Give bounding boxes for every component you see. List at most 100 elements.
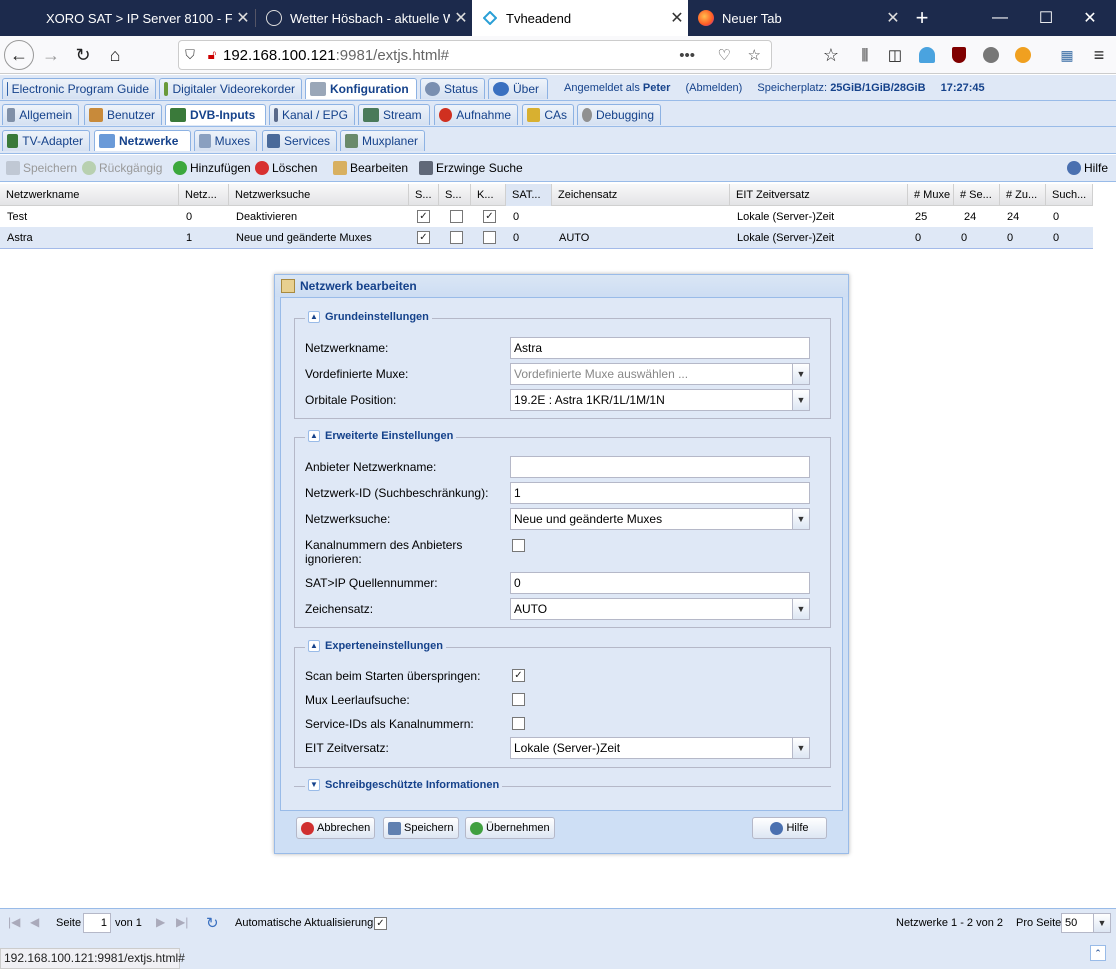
row-checkbox[interactable]: ✓: [417, 210, 430, 223]
expand-up-icon[interactable]: ⌃: [1090, 945, 1106, 961]
tab-recording[interactable]: Aufnahme: [434, 104, 518, 125]
col-satip-source[interactable]: SAT...: [506, 184, 552, 206]
col-num-mapped[interactable]: # Zu...: [1000, 184, 1046, 206]
chevron-down-icon[interactable]: ▼: [792, 390, 809, 410]
chevron-down-icon[interactable]: ▼: [1093, 914, 1110, 932]
edit-button[interactable]: Bearbeiten: [333, 161, 408, 175]
tab-networks[interactable]: Netzwerke: [94, 130, 191, 151]
provider-network-name-input[interactable]: [510, 456, 810, 478]
collapse-icon[interactable]: ▲: [308, 640, 320, 652]
row-checkbox[interactable]: ✓: [483, 210, 496, 223]
delete-button[interactable]: Löschen: [255, 161, 317, 175]
col-eit-offset[interactable]: EIT Zeitversatz: [730, 184, 908, 206]
table-row[interactable]: Astra 1 Neue und geänderte Muxes ✓ 0 AUT…: [0, 227, 1093, 249]
chevron-down-icon[interactable]: ▼: [792, 364, 809, 384]
refresh-icon[interactable]: ↻: [206, 914, 219, 932]
browser-tab-xoro[interactable]: XORO SAT > IP Server 8100 - Front✕: [36, 0, 254, 36]
sidebar-icon[interactable]: ◫: [880, 40, 910, 70]
more-icon[interactable]: •••: [679, 47, 695, 64]
first-page-icon[interactable]: |◀: [8, 915, 20, 929]
legend-readonly[interactable]: ▼ Schreibgeschützte Informationen: [305, 779, 503, 791]
col-network-scan[interactable]: Netzwerksuche: [229, 184, 409, 206]
prev-page-icon[interactable]: ◀: [30, 915, 39, 929]
tab-about[interactable]: Über: [488, 78, 548, 99]
cancel-button[interactable]: Abbrechen: [296, 817, 376, 839]
skip-initial-scan-checkbox[interactable]: ✓: [512, 669, 525, 682]
extension-icon[interactable]: [976, 40, 1006, 70]
auto-refresh-checkbox[interactable]: ✓: [374, 917, 387, 930]
network-id-input[interactable]: 1: [510, 482, 810, 504]
page-input[interactable]: 1: [83, 913, 111, 933]
chevron-down-icon[interactable]: ▼: [792, 509, 809, 529]
new-tab-button[interactable]: +: [900, 0, 944, 36]
col-network-name[interactable]: Netzwerkname: [0, 184, 179, 206]
logout-link[interactable]: (Abmelden): [685, 82, 742, 94]
network-name-input[interactable]: Astra: [510, 337, 810, 359]
tab-cas[interactable]: CAs: [522, 104, 574, 125]
last-page-icon[interactable]: ▶|: [176, 915, 188, 929]
tab-channel-epg[interactable]: Kanal / EPG: [269, 104, 355, 125]
browser-tab-tvheadend[interactable]: Tvheadend ✕: [472, 0, 688, 36]
tab-status[interactable]: Status: [420, 78, 485, 99]
collapse-icon[interactable]: ▲: [308, 311, 320, 323]
dialog-help-button[interactable]: Hilfe: [752, 817, 827, 839]
forward-icon[interactable]: →: [36, 40, 66, 70]
minimize-icon[interactable]: —: [978, 0, 1022, 36]
tab-tv-adapter[interactable]: TV-Adapter: [2, 130, 90, 151]
per-page-select[interactable]: 50 ▼: [1061, 913, 1111, 933]
extensions-icon[interactable]: ▦: [1052, 40, 1082, 70]
ghost-extension-icon[interactable]: [912, 40, 942, 70]
satip-source-input[interactable]: 0: [510, 572, 810, 594]
library-icon[interactable]: ⫼: [850, 40, 880, 70]
tab-epg[interactable]: Electronic Program Guide: [2, 78, 156, 99]
browser-tab-new[interactable]: Neuer Tab ✕: [688, 0, 904, 36]
browser-tab-wetter[interactable]: Wetter Hösbach - aktuelle We ✕: [256, 0, 472, 36]
tab-configuration[interactable]: Konfiguration: [305, 78, 417, 99]
chevron-down-icon[interactable]: ▼: [792, 738, 809, 758]
chevron-down-icon[interactable]: ▼: [792, 599, 809, 619]
col-network-num[interactable]: Netz...: [179, 184, 229, 206]
tab-stream[interactable]: Stream: [358, 104, 430, 125]
tab-dvr[interactable]: Digitaler Videorekorder: [159, 78, 302, 99]
pocket-icon[interactable]: ♡: [718, 46, 731, 64]
tab-users[interactable]: Benutzer: [84, 104, 162, 125]
bookmark-icon[interactable]: ☆: [816, 40, 846, 70]
col-skip-initial[interactable]: S...: [409, 184, 439, 206]
idle-scan-checkbox[interactable]: [512, 693, 525, 706]
close-icon[interactable]: ✕: [450, 8, 472, 28]
close-icon[interactable]: ✕: [232, 8, 254, 28]
legend-expert[interactable]: ▲ Experteneinstellungen: [305, 640, 446, 652]
charset-select[interactable]: AUTO ▼: [510, 598, 810, 620]
predefined-muxes-select[interactable]: Vordefinierte Muxe auswählen ... ▼: [510, 363, 810, 385]
dialog-title[interactable]: Netzwerk bearbeiten: [275, 275, 848, 297]
back-icon[interactable]: ←: [4, 40, 34, 70]
next-page-icon[interactable]: ▶: [156, 915, 165, 929]
coin-extension-icon[interactable]: [1008, 40, 1038, 70]
col-scan-queue[interactable]: Such...: [1046, 184, 1093, 206]
help-button[interactable]: Hilfe: [1067, 161, 1108, 175]
sid-as-channel-checkbox[interactable]: [512, 717, 525, 730]
tab-general[interactable]: Allgemein: [2, 104, 79, 125]
col-charset[interactable]: Zeichensatz: [552, 184, 730, 206]
collapse-icon[interactable]: ▲: [308, 430, 320, 442]
tab-muxes[interactable]: Muxes: [194, 130, 257, 151]
tab-debugging[interactable]: Debugging: [577, 104, 661, 125]
save-dialog-button[interactable]: Speichern: [383, 817, 459, 839]
network-scan-select[interactable]: Neue und geänderte Muxes ▼: [510, 508, 810, 530]
ublock-icon[interactable]: [944, 40, 974, 70]
reload-icon[interactable]: ↻: [68, 40, 98, 70]
add-button[interactable]: Hinzufügen: [173, 161, 251, 175]
home-icon[interactable]: ⌂: [100, 40, 130, 70]
row-checkbox[interactable]: ✓: [417, 231, 430, 244]
row-checkbox[interactable]: [483, 231, 496, 244]
tab-services[interactable]: Services: [262, 130, 337, 151]
col-idle-scan[interactable]: S...: [439, 184, 471, 206]
save-button[interactable]: Speichern: [6, 161, 77, 175]
undo-button[interactable]: Rückgängig: [82, 161, 162, 175]
legend-basic[interactable]: ▲ Grundeinstellungen: [305, 311, 432, 323]
ignore-provider-numbers-checkbox[interactable]: [512, 539, 525, 552]
legend-advanced[interactable]: ▲ Erweiterte Einstellungen: [305, 430, 457, 442]
close-icon[interactable]: ✕: [666, 8, 688, 28]
table-row[interactable]: Test 0 Deaktivieren ✓ ✓ 0 Lokale (Server…: [0, 206, 1093, 228]
col-num-muxes[interactable]: # Muxe: [908, 184, 954, 206]
